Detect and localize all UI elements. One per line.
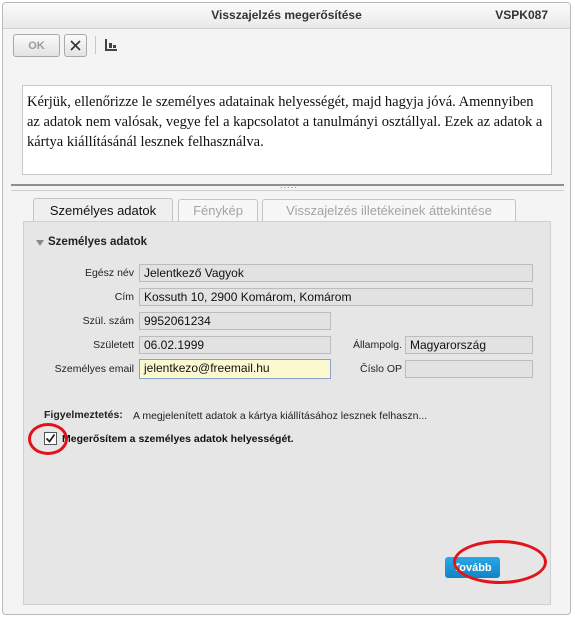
dialog-window: Visszajelzés megerősítése VSPK087 OK Kér… xyxy=(2,2,571,615)
birth-date-label: Született xyxy=(93,339,134,351)
close-button[interactable] xyxy=(64,34,87,57)
citizenship-label: Állampolg. xyxy=(352,339,402,351)
op-number-label: Číslo OP xyxy=(359,363,402,375)
collapse-triangle-icon[interactable] xyxy=(36,240,44,246)
toolbar: OK xyxy=(3,29,570,65)
title-bar: Visszajelzés megerősítése VSPK087 xyxy=(3,3,570,29)
panel-splitter[interactable]: ..... xyxy=(11,180,564,191)
close-icon xyxy=(70,40,81,51)
citizenship-field: Magyarország xyxy=(405,336,533,354)
tree-view-button[interactable] xyxy=(103,37,119,53)
warning-text: A megjelenített adatok a kártya kiállítá… xyxy=(133,410,428,422)
tab-photo[interactable]: Fénykép xyxy=(178,199,258,221)
email-input[interactable]: jelentkezo@freemail.hu xyxy=(139,359,331,379)
toolbar-separator xyxy=(95,36,96,54)
address-field: Kossuth 10, 2900 Komárom, Komárom xyxy=(139,288,533,306)
op-number-field xyxy=(405,360,533,378)
birth-number-label: Szül. szám xyxy=(82,315,134,327)
highlight-circle-next-button xyxy=(453,540,547,584)
splitter-grip: ..... xyxy=(280,180,298,190)
email-label: Személyes email xyxy=(54,363,134,375)
dialog-code: VSPK087 xyxy=(495,8,548,22)
ok-button[interactable]: OK xyxy=(13,34,60,57)
full-name-label: Egész név xyxy=(84,267,134,279)
address-label: Cím xyxy=(114,291,134,303)
full-name-field: Jelentkező Vagyok xyxy=(139,264,533,282)
birth-number-field: 9952061234 xyxy=(139,312,331,330)
hierarchy-icon xyxy=(105,39,117,51)
confirm-label[interactable]: Megerősítem a személyes adatok helyesség… xyxy=(62,433,294,445)
section-title: Személyes adatok xyxy=(48,236,148,248)
tab-personal-data[interactable]: Személyes adatok xyxy=(33,198,173,222)
dialog-title: Visszajelzés megerősítése xyxy=(211,8,362,22)
warning-label: Figyelmeztetés: xyxy=(44,409,123,421)
birth-date-field: 06.02.1999 xyxy=(139,336,331,354)
tab-fee-overview[interactable]: Visszajelzés illetékeinek áttekintése xyxy=(262,199,516,221)
highlight-circle-checkbox xyxy=(28,423,68,455)
info-text-box: Kérjük, ellenőrizze le személyes adatain… xyxy=(22,85,552,175)
